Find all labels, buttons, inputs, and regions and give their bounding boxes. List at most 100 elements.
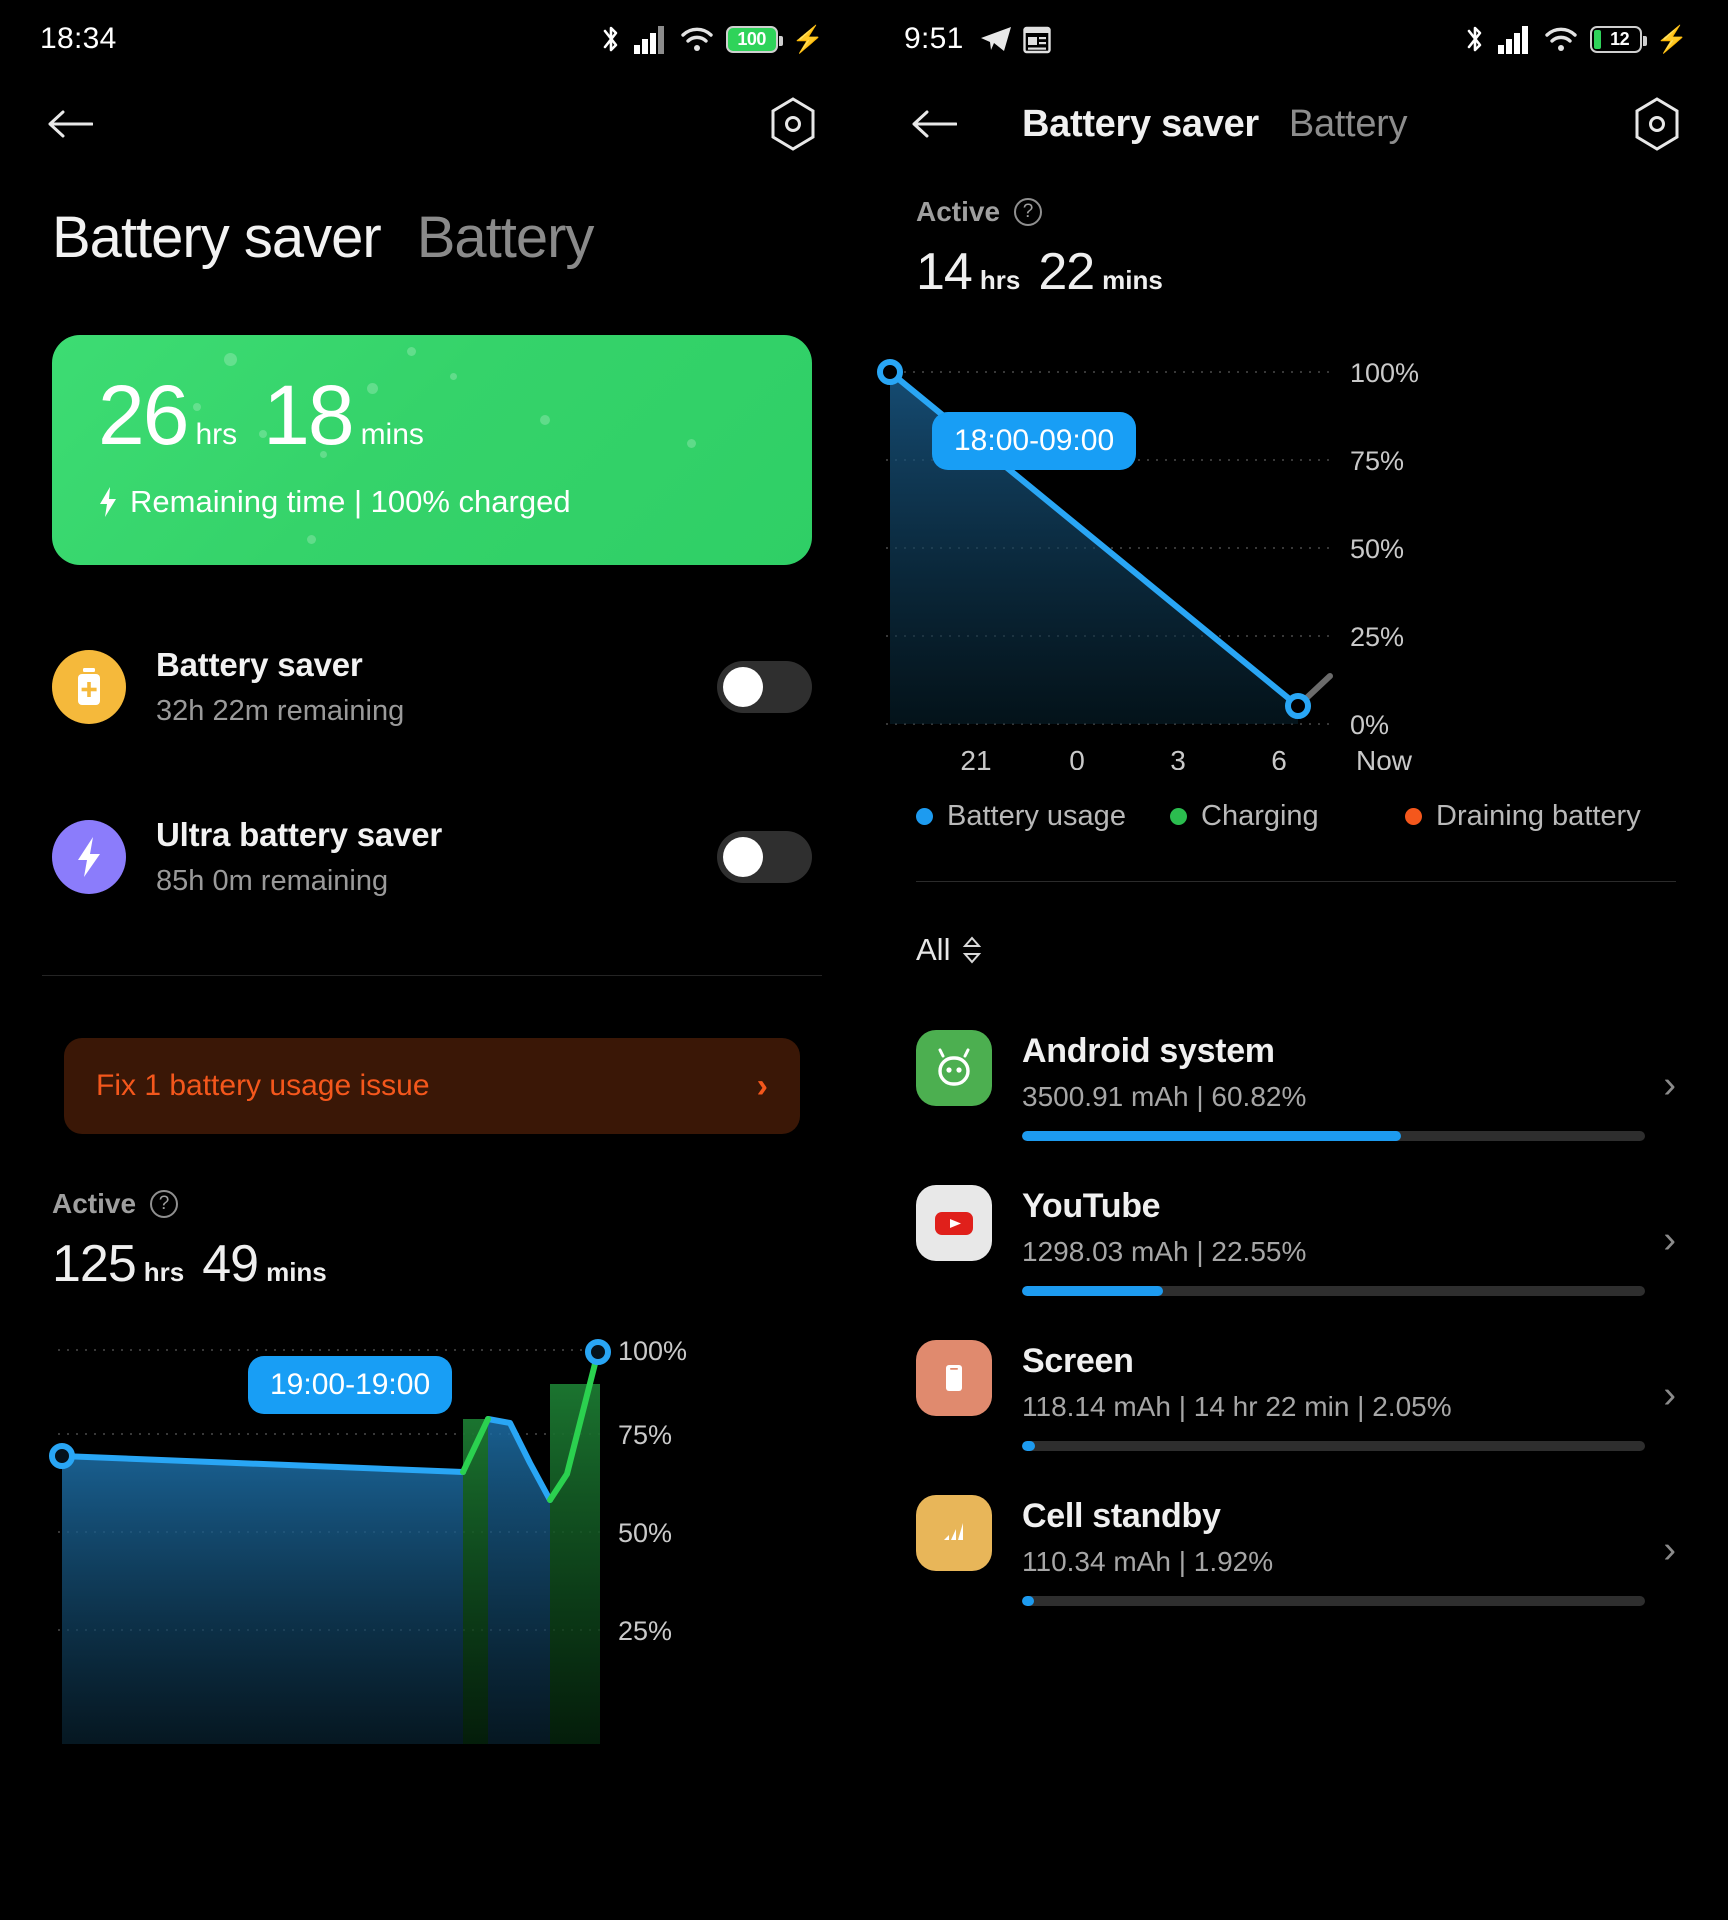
back-button[interactable] <box>906 96 962 152</box>
active-value-row: 14 hrs 22 mins <box>916 242 1676 302</box>
app-name: YouTube <box>1022 1187 1161 1225</box>
right-app-bar: Battery saver Battery <box>864 78 1728 170</box>
y-tick-75: 75% <box>618 1420 672 1450</box>
battery-icon: 100 <box>725 25 783 53</box>
legend-label: Battery usage <box>947 800 1126 832</box>
app-usage-bar <box>1022 1596 1646 1606</box>
chart-tooltip: 19:00-19:00 <box>248 1356 453 1414</box>
charging-bolt-icon: ⚡ <box>791 24 824 54</box>
app-info: Screen 118.14 mAh | 14 hr 22 min | 2.05% <box>1022 1340 1646 1451</box>
left-title-tabs: Battery saver Battery <box>0 170 864 271</box>
left-status-bar: 18:34 100 ⚡ <box>0 0 864 78</box>
battery-plus-icon <box>52 650 126 724</box>
app-name: Cell standby <box>1022 1497 1221 1535</box>
left-app-bar <box>0 78 864 170</box>
status-notification-icons <box>980 24 1051 54</box>
gear-icon <box>771 97 815 151</box>
battery-percent-text: 100 <box>737 28 766 49</box>
app-row-cell-standby[interactable]: Cell standby 110.34 mAh | 1.92% › <box>916 1451 1676 1606</box>
active-label-row: Active ? <box>52 1188 812 1220</box>
x-tick-6: 6 <box>1271 745 1287 770</box>
app-usage-bar <box>1022 1441 1646 1451</box>
battery-usage-app-list: Android system 3500.91 mAh | 60.82% › Yo… <box>864 968 1728 1606</box>
sort-updown-icon <box>963 936 982 964</box>
cell-bars-icon <box>916 1495 992 1571</box>
ultra-battery-saver-title: Ultra battery saver <box>156 816 443 853</box>
tab-battery-saver[interactable]: Battery saver <box>1022 103 1259 146</box>
app-row-android-system[interactable]: Android system 3500.91 mAh | 60.82% › <box>916 996 1676 1141</box>
chevron-right-icon[interactable]: › <box>1663 1374 1676 1417</box>
cellular-signal-icon <box>633 26 664 54</box>
app-info: Cell standby 110.34 mAh | 1.92% <box>1022 1495 1646 1606</box>
app-usage-bar-fill <box>1022 1131 1402 1141</box>
battery-saver-options: Battery saver 32h 22m remaining Ultra ba… <box>0 627 864 917</box>
right-battery-chart[interactable]: 18:00-09:00 100% 75% 50% 25% 0% 21 0 3 6… <box>864 350 1728 770</box>
tab-battery[interactable]: Battery <box>417 204 595 271</box>
chart-tooltip: 18:00-09:00 <box>932 412 1137 470</box>
left-battery-chart[interactable]: 19:00-19:00 100% 75% 50% 25% <box>0 1324 864 1744</box>
app-usage-meta: 118.14 mAh | 14 hr 22 min | 2.05% <box>1022 1391 1452 1422</box>
ultra-battery-saver-subtitle: 85h 0m remaining <box>156 865 389 897</box>
y-tick-50: 50% <box>618 1518 672 1548</box>
battery-saver-text: Battery saver 32h 22m remaining <box>156 646 717 728</box>
chevron-right-icon[interactable]: › <box>1663 1529 1676 1572</box>
app-info: Android system 3500.91 mAh | 60.82% <box>1022 1030 1646 1141</box>
tab-battery[interactable]: Battery <box>1289 103 1408 146</box>
help-icon[interactable]: ? <box>150 1190 179 1218</box>
active-minutes-unit: mins <box>266 1257 327 1287</box>
remaining-hours: 26 <box>98 368 189 462</box>
charging-bolt-icon: ⚡ <box>1655 24 1688 54</box>
active-minutes: 22 <box>1038 243 1095 301</box>
app-row-youtube[interactable]: YouTube 1298.03 mAh | 22.55% › <box>916 1141 1676 1296</box>
left-active-block: Active ? 125 hrs 49 mins <box>0 1134 864 1294</box>
x-tick-21: 21 <box>960 745 991 770</box>
legend-item-draining-battery: Draining battery <box>1405 800 1641 833</box>
legend-item-charging: Charging <box>1170 800 1405 833</box>
help-icon[interactable]: ? <box>1014 198 1043 226</box>
filter-all-selector[interactable]: All <box>864 882 1728 968</box>
settings-button[interactable] <box>1628 95 1686 153</box>
cellular-signal-icon <box>1497 26 1528 54</box>
fix-battery-issue-banner[interactable]: Fix 1 battery usage issue › <box>64 1038 800 1134</box>
status-time: 18:34 <box>40 22 117 55</box>
battery-percent-text: 12 <box>1610 28 1630 49</box>
battery-saver-toggle[interactable] <box>717 661 812 713</box>
chevron-right-icon[interactable]: › <box>1663 1219 1676 1262</box>
y-tick-25: 25% <box>618 1616 672 1646</box>
app-row-screen[interactable]: Screen 118.14 mAh | 14 hr 22 min | 2.05%… <box>916 1296 1676 1451</box>
chevron-right-icon[interactable]: › <box>1663 1064 1676 1107</box>
status-time: 9:51 <box>904 22 964 55</box>
app-info: YouTube 1298.03 mAh | 22.55% <box>1022 1185 1646 1296</box>
settings-button[interactable] <box>764 95 822 153</box>
fix-banner-label: Fix 1 battery usage issue <box>96 1069 430 1102</box>
android-robot-icon <box>916 1030 992 1106</box>
y-tick-50: 50% <box>1350 534 1404 564</box>
back-arrow-icon <box>48 110 93 138</box>
remaining-time-card[interactable]: 26 hrs 18 mins Remaining time | 100% cha… <box>52 335 812 565</box>
tab-battery-saver[interactable]: Battery saver <box>52 204 382 271</box>
section-divider <box>42 975 822 976</box>
active-hours: 125 <box>52 1235 137 1293</box>
legend-label: Charging <box>1201 800 1319 832</box>
chevron-right-icon: › <box>756 1066 768 1105</box>
row-battery-saver[interactable]: Battery saver 32h 22m remaining <box>52 627 812 747</box>
active-hours: 14 <box>916 243 973 301</box>
active-hours-unit: hrs <box>143 1257 185 1287</box>
battery-icon: 12 <box>1589 25 1647 53</box>
right-title-tabs: Battery saver Battery <box>1022 103 1408 146</box>
y-tick-75: 75% <box>1350 446 1404 476</box>
app-usage-bar-fill <box>1022 1286 1163 1296</box>
back-button[interactable] <box>42 96 98 152</box>
remaining-minutes: 18 <box>263 368 354 462</box>
active-value-row: 125 hrs 49 mins <box>52 1234 812 1294</box>
y-tick-100: 100% <box>1350 358 1419 388</box>
right-panel: 9:51 12 ⚡ Battery saver Battery Active ?… <box>864 0 1728 1920</box>
row-ultra-battery-saver[interactable]: Ultra battery saver 85h 0m remaining <box>52 797 812 917</box>
legend-dot-blue <box>916 808 933 825</box>
dual-screenshot: 18:34 100 ⚡ Battery saver Battery 26 hrs… <box>0 0 1728 1920</box>
ultra-battery-saver-toggle[interactable] <box>717 831 812 883</box>
app-usage-meta: 3500.91 mAh | 60.82% <box>1022 1081 1307 1112</box>
legend-label: Draining battery <box>1436 800 1641 832</box>
gear-icon <box>1635 97 1679 151</box>
remaining-time-subtitle: Remaining time | 100% charged <box>130 484 571 520</box>
